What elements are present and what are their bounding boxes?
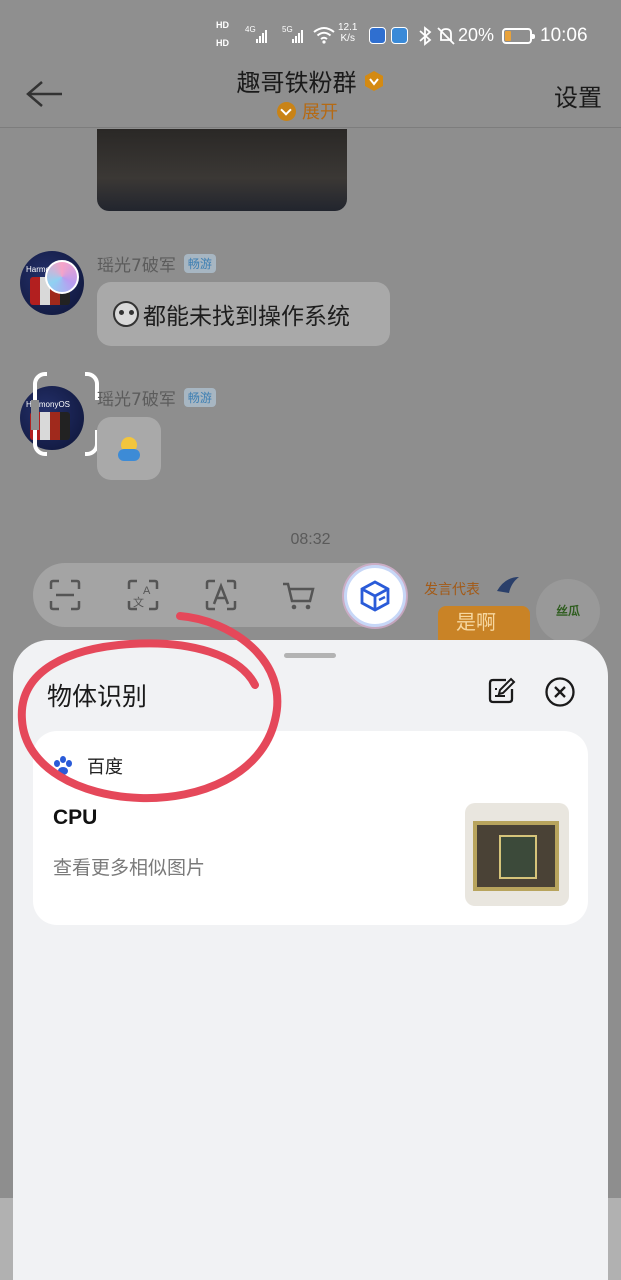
chat-title: 趣哥铁粉群: [236, 69, 357, 97]
hd-indicator-1: HD: [216, 20, 229, 30]
promo-text: 发言代表: [424, 582, 480, 598]
chat-header: 趣哥铁粉群 展开 设置: [0, 66, 621, 128]
chevron-down-icon: [277, 101, 296, 121]
expand-label: 展开: [302, 102, 338, 123]
background-edge: [0, 1198, 13, 1280]
message-timestamp: 08:32: [290, 531, 331, 548]
result-provider: 百度: [53, 753, 123, 779]
chat-title-wrap: 趣哥铁粉群: [0, 63, 621, 98]
object-recognition-sheet: 物体识别 百度 CPU 查看更多相似图片: [13, 640, 608, 1280]
svg-text:A: A: [143, 585, 151, 597]
app-notification-icon: [369, 27, 386, 44]
sender-tag: 畅游: [183, 388, 216, 407]
text-recognition-icon: [205, 579, 237, 611]
wifi-icon: [313, 27, 335, 44]
face-emoji-icon: [113, 301, 139, 327]
provider-name: 百度: [87, 757, 123, 778]
scan-tool-button[interactable]: [45, 575, 85, 615]
sticker-message[interactable]: [97, 417, 161, 480]
sender-tag: 畅游: [183, 254, 216, 273]
hd-indicator-2: HD: [216, 38, 229, 48]
expand-toggle[interactable]: 展开: [277, 98, 338, 124]
message-text: 都能未找到操作系统: [143, 304, 350, 330]
sheet-drag-handle[interactable]: [284, 653, 336, 658]
similar-images-link[interactable]: 查看更多相似图片: [53, 853, 205, 880]
message-bubble[interactable]: 都能未找到操作系统: [97, 282, 390, 346]
net-speed: 12.1 K/s: [338, 22, 357, 44]
recognition-result-card[interactable]: 百度 CPU 查看更多相似图片: [33, 731, 588, 925]
clock: 10:06: [540, 25, 588, 46]
mute-bell-icon: [437, 27, 455, 45]
sender-line: 瑶光7破军 畅游: [97, 251, 216, 276]
shopping-cart-icon: [283, 582, 315, 610]
baidu-paw-icon: [53, 756, 73, 776]
network-type-1: 4G: [245, 25, 256, 34]
sticker-avatar[interactable]: 丝瓜: [536, 579, 600, 643]
image-message[interactable]: [97, 129, 347, 211]
object-recognition-tool-button[interactable]: [344, 565, 406, 627]
settings-button[interactable]: 设置: [554, 78, 602, 113]
promo-sign: 是啊: [438, 606, 530, 642]
avatar-frame-decoration: [45, 260, 79, 294]
result-name: CPU: [53, 806, 98, 829]
status-bar: HD HD 4G 5G 12.1 K/s 20% 10:06: [0, 0, 621, 66]
cpu-image: [473, 821, 559, 891]
sticker-emoji-icon: [115, 436, 143, 461]
edit-icon[interactable]: [486, 676, 516, 706]
net-speed-unit: K/s: [340, 33, 355, 44]
shopping-tool-button[interactable]: [279, 575, 319, 615]
svg-text:文: 文: [133, 595, 144, 609]
translate-tool-button[interactable]: A 文: [123, 575, 163, 615]
bluetooth-icon: [419, 26, 432, 46]
signal-icon-2: [292, 30, 303, 43]
battery-icon: [502, 28, 535, 44]
close-icon[interactable]: [544, 676, 576, 708]
translate-icon: A 文: [127, 579, 159, 611]
result-thumbnail[interactable]: [465, 803, 569, 906]
battery-percent: 20%: [458, 25, 495, 45]
background-edge: [608, 1198, 621, 1280]
cloud-notification-icon: [391, 27, 408, 44]
signal-icon-1: [256, 30, 267, 43]
sender-name[interactable]: 瑶光7破军: [97, 251, 176, 276]
selection-frame: [31, 370, 101, 458]
bird-icon: [497, 577, 519, 593]
group-level-badge-icon: [364, 70, 383, 91]
sheet-title: 物体识别: [47, 682, 148, 711]
text-recognition-tool-button[interactable]: [201, 575, 241, 615]
sender-name[interactable]: 瑶光7破军: [97, 385, 176, 410]
net-speed-value: 12.1: [338, 22, 358, 33]
sender-line: 瑶光7破军 畅游: [97, 385, 216, 410]
scan-icon: [49, 579, 81, 611]
object-recognition-icon: [360, 580, 390, 612]
